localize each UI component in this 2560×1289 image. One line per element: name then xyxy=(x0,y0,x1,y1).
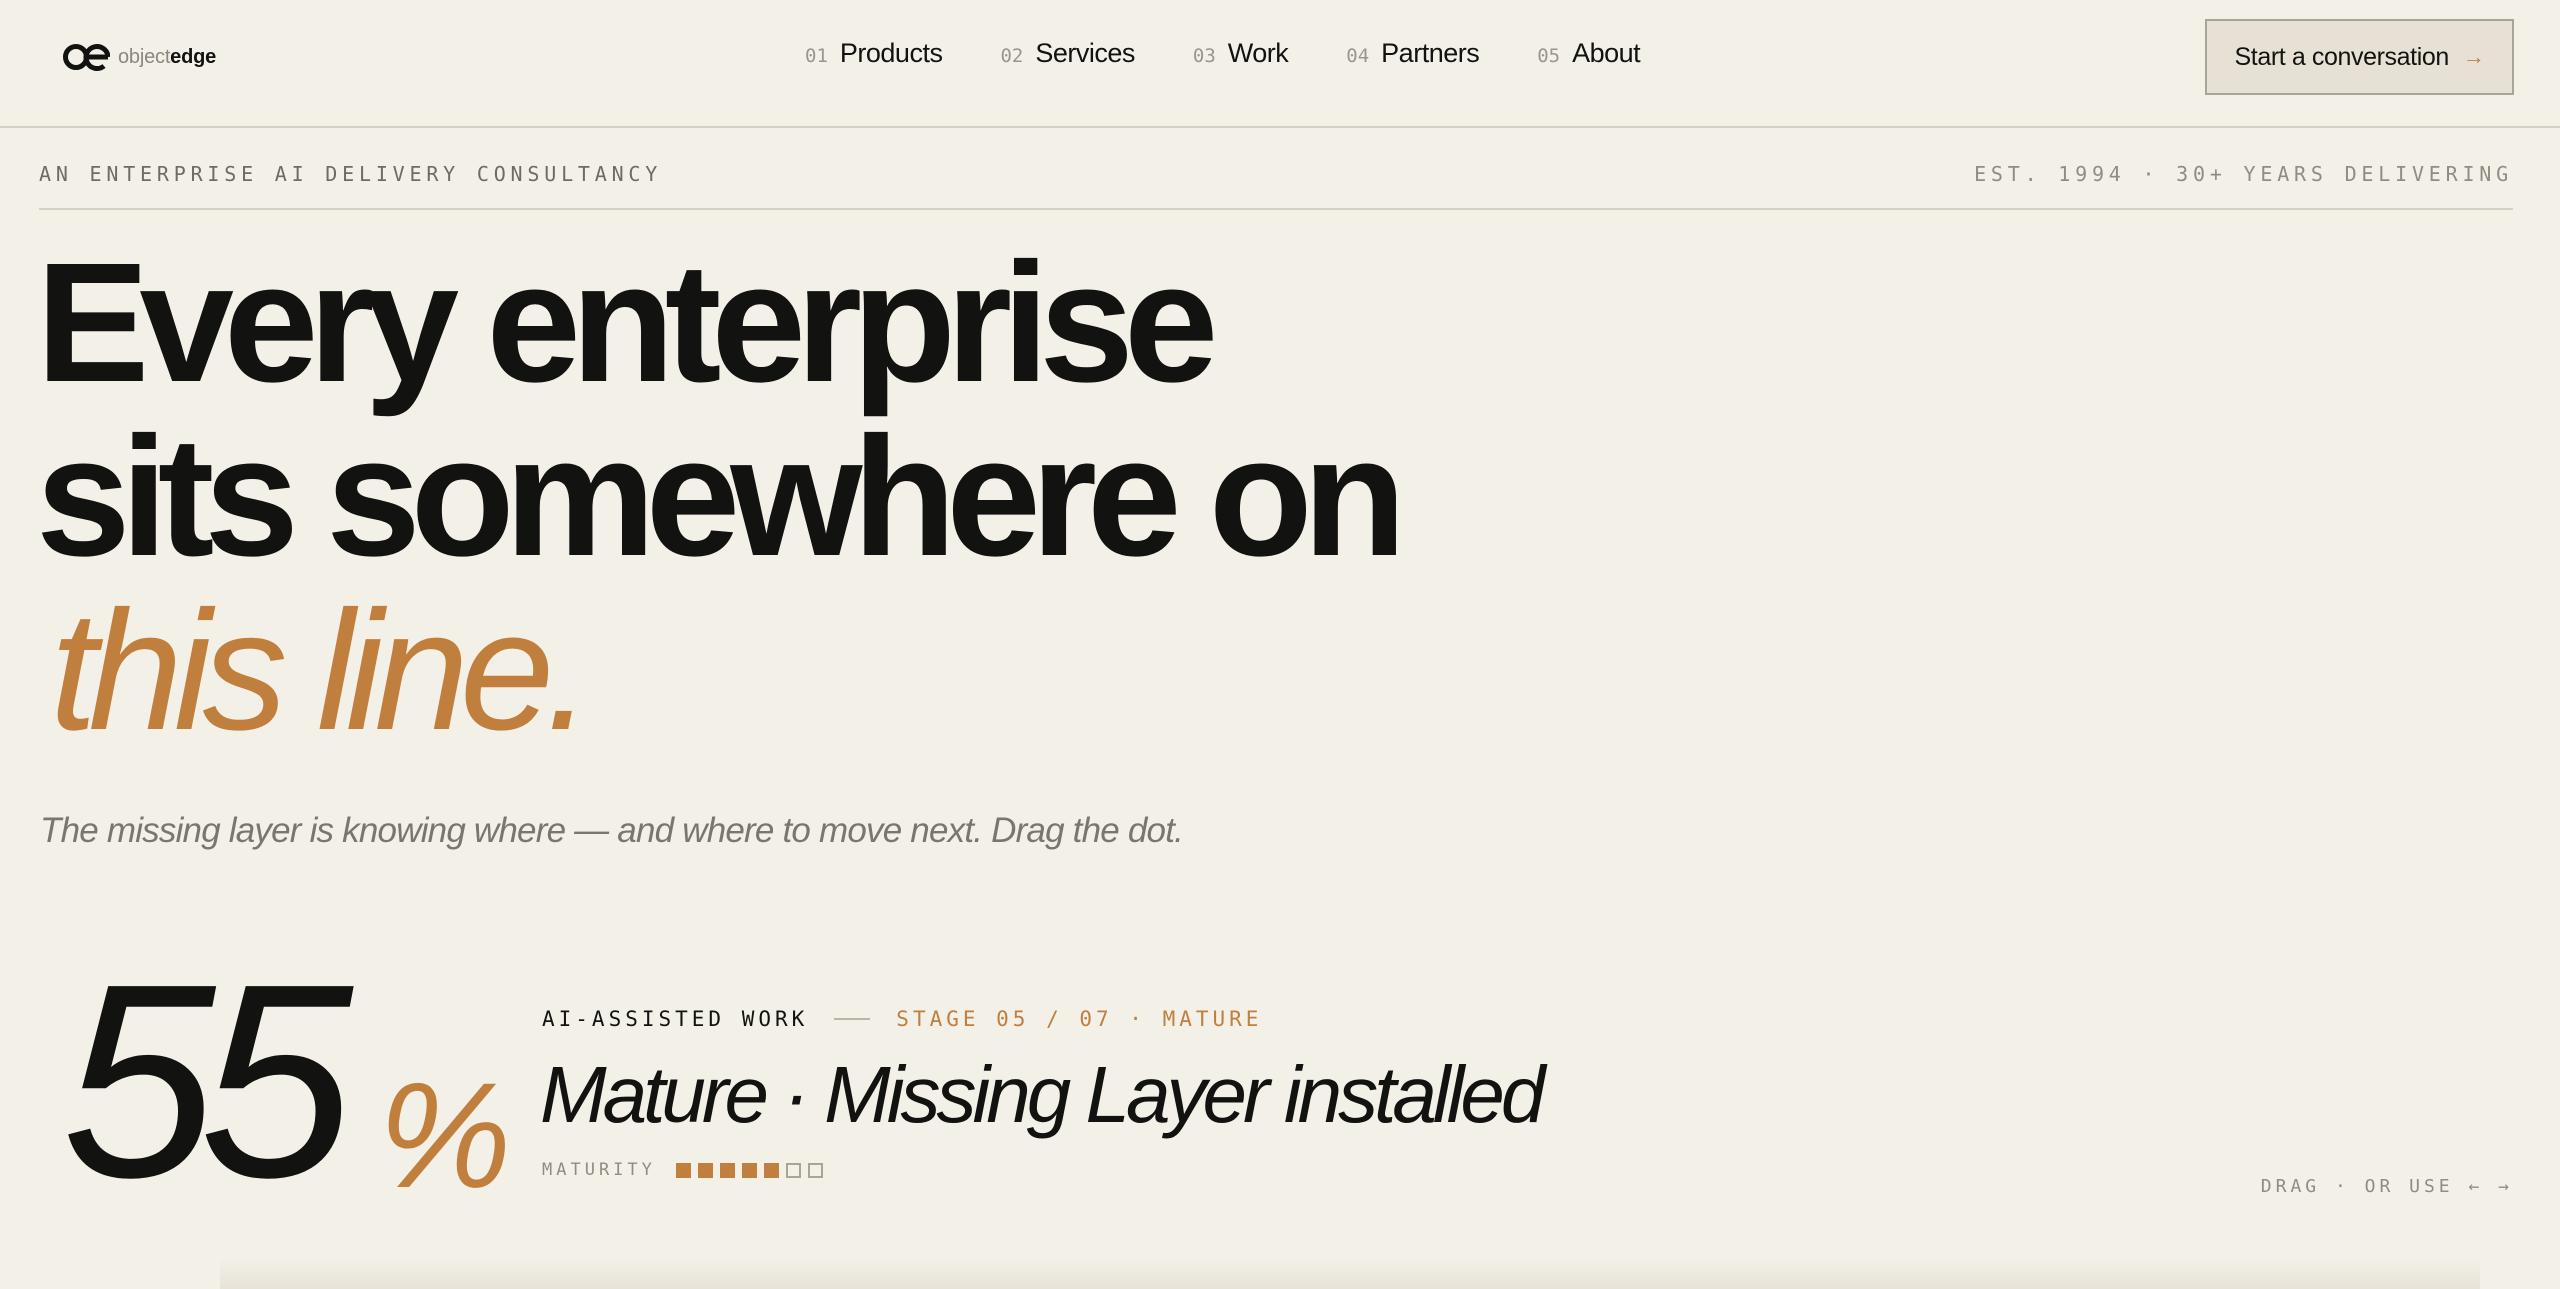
headline-accent: this line. xyxy=(50,576,593,766)
bottom-shade xyxy=(220,1258,2480,1289)
percent-sign: % xyxy=(378,1051,511,1219)
nav-label: About xyxy=(1572,38,1641,68)
maturity-pip-filled xyxy=(719,1162,735,1178)
stage-info: Stage 05 / 07 · Mature xyxy=(896,1007,1263,1031)
nav-item-services[interactable]: 02 Services xyxy=(1000,38,1135,69)
maturity-pip-filled xyxy=(763,1162,779,1178)
nav-number: 05 xyxy=(1537,45,1561,67)
stage-divider xyxy=(834,1018,871,1020)
nav-label: Products xyxy=(839,38,943,68)
start-conversation-button[interactable]: Start a conversation → xyxy=(2205,19,2514,95)
maturity-pips xyxy=(675,1162,830,1178)
stage-row: AI-Assisted Work Stage 05 / 07 · Mature xyxy=(542,1006,1262,1032)
oe-monogram-icon xyxy=(63,44,110,71)
maturity-percent-value: 55 xyxy=(62,927,353,1235)
cta-label: Start a conversation xyxy=(2234,42,2450,71)
maturity-pip-filled xyxy=(741,1162,757,1178)
nav-number: 04 xyxy=(1346,45,1370,67)
main-nav: 01 Products 02 Services 03 Work 04 Partn… xyxy=(805,38,1641,74)
nav-label: Work xyxy=(1227,38,1289,68)
page: objectedge 01 Products 02 Services 03 Wo… xyxy=(0,0,2560,1289)
nav-number: 03 xyxy=(1192,45,1216,67)
tagline: An Enterprise AI Delivery Consultancy xyxy=(39,162,663,186)
nav-number: 01 xyxy=(805,45,828,67)
nav-item-partners[interactable]: 04 Partners xyxy=(1346,38,1479,69)
tagline-bar: An Enterprise AI Delivery Consultancy ES… xyxy=(39,128,2513,210)
maturity-pip-filled xyxy=(675,1162,691,1178)
logo-wordmark: objectedge xyxy=(118,47,216,67)
nav-label: Partners xyxy=(1381,38,1480,68)
top-nav: objectedge 01 Products 02 Services 03 Wo… xyxy=(0,0,2560,128)
maturity-pip-empty xyxy=(807,1162,823,1178)
maturity-pip-empty xyxy=(785,1162,801,1178)
arrow-right-icon: → xyxy=(2462,44,2485,69)
nav-item-about[interactable]: 05 About xyxy=(1537,38,1640,69)
nav-number: 02 xyxy=(1000,45,1024,67)
stage-title: Mature · Missing Layer installed xyxy=(540,1050,1545,1139)
maturity-label: MATURITY xyxy=(542,1160,656,1180)
nav-label: Services xyxy=(1035,38,1135,68)
hero-lede: The missing layer is knowing where — and… xyxy=(40,811,1184,850)
established-note: EST. 1994 · 30+ YEARS DELIVERING xyxy=(1974,162,2513,186)
nav-item-work[interactable]: 03 Work xyxy=(1192,38,1289,69)
maturity-meter: MATURITY xyxy=(542,1160,830,1180)
headline-line-2: sits somewhere on xyxy=(36,402,1407,592)
stage-track-label: AI-Assisted Work xyxy=(542,1007,809,1031)
logo[interactable]: objectedge xyxy=(62,42,216,72)
drag-hint: DRAG · OR USE ← → xyxy=(2260,1176,2513,1197)
logo-word-light: object xyxy=(118,46,171,68)
headline-line-1: Every enterprise xyxy=(36,228,1218,418)
logo-word-bold: edge xyxy=(170,46,217,68)
hero-headline: Every enterprise sits somewhere on this … xyxy=(36,236,1836,758)
nav-item-products[interactable]: 01 Products xyxy=(805,38,943,69)
maturity-pip-filled xyxy=(697,1162,713,1178)
